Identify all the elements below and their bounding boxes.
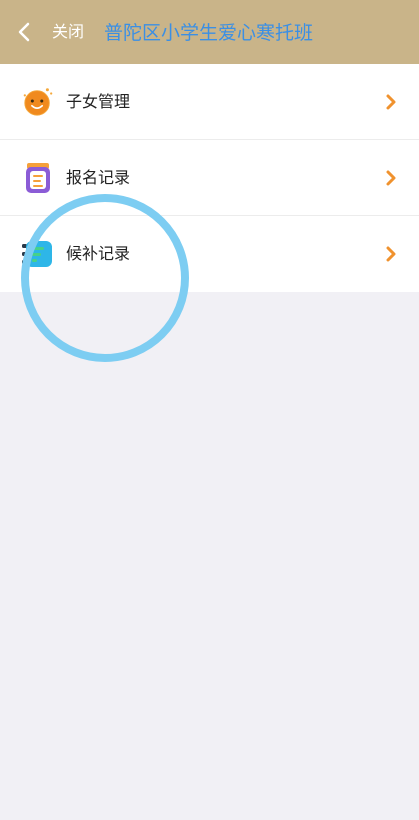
menu-item-label: 报名记录 [66,168,131,187]
chevron-right-icon [386,246,396,262]
top-bar: 关闭 普陀区小学生爱心寒托班 [0,0,419,64]
chevron-left-icon [18,22,30,42]
child-face-icon [22,86,54,118]
menu-item-waitlist-record[interactable]: 候补记录 [0,216,419,292]
close-button[interactable]: 关闭 [52,22,84,42]
menu-item-label: 候补记录 [66,244,131,263]
menu-list: 子女管理 报名记录 候补记录 [0,64,419,292]
menu-item-child-management[interactable]: 子女管理 [0,64,419,140]
page-title: 普陀区小学生爱心寒托班 [104,22,314,44]
menu-item-label: 子女管理 [66,92,131,111]
chevron-right-icon [386,94,396,110]
back-button[interactable] [12,20,36,44]
menu-item-registration-record[interactable]: 报名记录 [0,140,419,216]
chevron-right-icon [386,170,396,186]
waitlist-record-icon [22,238,54,270]
registration-record-icon [22,162,54,194]
